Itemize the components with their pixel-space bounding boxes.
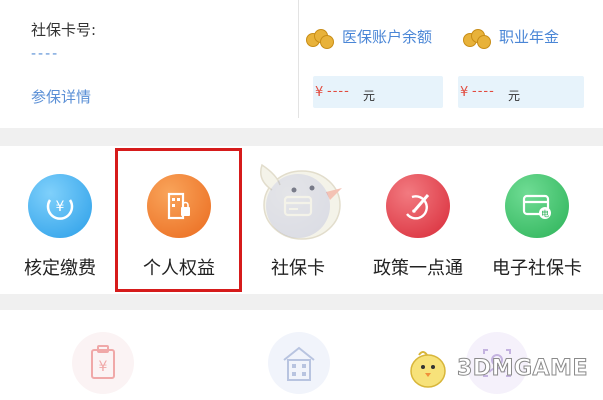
svg-text:电: 电 bbox=[541, 209, 549, 219]
coins-icon bbox=[463, 27, 491, 49]
menu-item-label: 电子社保卡 bbox=[492, 258, 582, 279]
highlight-frame bbox=[115, 148, 242, 292]
menu-item-label: 政策一点通 bbox=[373, 258, 463, 279]
insurance-details-link[interactable]: 参保详情 bbox=[31, 86, 91, 107]
menu-item-label: 核定缴费 bbox=[24, 258, 96, 279]
social-security-card-panel: 社保卡号: ---- 参保详情 bbox=[0, 0, 298, 128]
site-watermark: 3DMGAME bbox=[405, 345, 588, 391]
currency-unit: 元 bbox=[508, 89, 521, 103]
card-number-value: ---- bbox=[31, 46, 60, 62]
balance-amount: ---- bbox=[472, 84, 495, 99]
menu-item-policy-guide[interactable]: 政策一点通 bbox=[358, 146, 478, 294]
medical-account-balance: ¥ ---- 元 bbox=[313, 76, 443, 108]
currency-symbol: ¥ bbox=[315, 85, 324, 100]
section-separator bbox=[0, 128, 603, 146]
menu-item-e-social-security-card[interactable]: 电 电子社保卡 bbox=[477, 146, 597, 294]
svg-text:¥: ¥ bbox=[56, 199, 65, 215]
pen-icon bbox=[386, 174, 450, 238]
balance-amount: ---- bbox=[327, 84, 350, 99]
chick-mascot-icon bbox=[410, 351, 446, 388]
menu-item-fee-assessment[interactable]: ¥ 核定缴费 bbox=[0, 146, 120, 294]
card-number-label: 社保卡号: bbox=[31, 21, 97, 39]
mascot-watermark-icon bbox=[260, 163, 342, 240]
building-icon[interactable] bbox=[268, 332, 330, 394]
e-card-icon: 电 bbox=[505, 174, 569, 238]
receipt-yen-icon[interactable]: ¥ bbox=[72, 332, 134, 394]
coins-icon bbox=[306, 27, 334, 49]
watermark-text: 3DMGAME bbox=[457, 355, 588, 381]
section-separator bbox=[0, 294, 603, 310]
currency-unit: 元 bbox=[363, 89, 376, 103]
yen-coin-icon: ¥ bbox=[28, 174, 92, 238]
annuity-balance: ¥ ---- 元 bbox=[458, 76, 584, 108]
medical-account-header[interactable]: 医保账户余额 bbox=[306, 26, 433, 49]
annuity-label: 职业年金 bbox=[499, 28, 560, 46]
account-summary: 社保卡号: ---- 参保详情 医保账户余额 ¥ ---- 元 职业年金 ¥ -… bbox=[0, 0, 603, 128]
currency-symbol: ¥ bbox=[460, 85, 469, 100]
panel-divider bbox=[298, 0, 299, 118]
svg-text:¥: ¥ bbox=[99, 359, 108, 375]
menu-item-label: 社保卡 bbox=[271, 258, 325, 279]
medical-account-label: 医保账户余额 bbox=[342, 28, 433, 46]
annuity-header[interactable]: 职业年金 bbox=[463, 26, 560, 49]
